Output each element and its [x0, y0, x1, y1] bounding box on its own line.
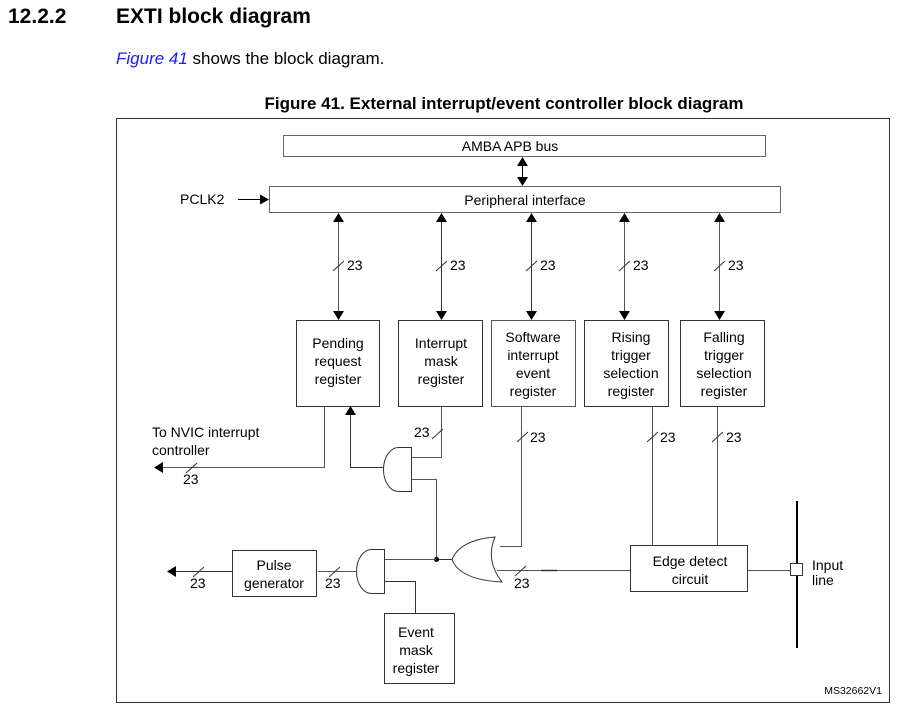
amba-apb-bus-block: AMBA APB bus — [283, 135, 766, 157]
svg-text:request: request — [315, 353, 362, 369]
nvic-label-line2: controller — [152, 442, 210, 458]
pclk2-input: PCLK2 — [180, 191, 269, 207]
svg-text:mask: mask — [399, 642, 433, 658]
interrupt-and-gate: 23 — [345, 406, 444, 560]
event-and-gate: 23 — [318, 549, 437, 613]
register-buses: 23 23 23 23 23 — [332, 213, 744, 320]
input-line-label-1: Input — [812, 557, 843, 573]
figure-id-code: MS32662V1 — [824, 685, 882, 697]
edge-detect-circuit: Edge detect circuit — [630, 545, 748, 592]
bus-width-label: 23 — [728, 257, 744, 273]
rising-trigger-selection-register: Rising trigger selection register — [584, 320, 669, 407]
bus-width-label: 23 — [726, 429, 742, 445]
pending-request-register: Pending request register — [296, 320, 380, 407]
svg-text:register: register — [315, 371, 362, 387]
or-gate — [434, 536, 504, 583]
svg-text:circuit: circuit — [672, 571, 709, 587]
trigger-lines: 23 23 — [646, 407, 742, 545]
interrupt-mask-register: Interrupt mask register — [398, 320, 483, 407]
bus-link-arrow — [517, 157, 528, 186]
svg-text:Rising: Rising — [612, 329, 651, 345]
bus-software-interrupt: 23 — [525, 213, 556, 320]
svg-text:register: register — [510, 383, 557, 399]
bus-pending: 23 — [332, 213, 363, 320]
svg-text:register: register — [393, 660, 440, 676]
nvic-output: 23 To NVIC interrupt controller — [152, 407, 325, 487]
bus-width-label: 23 — [540, 257, 556, 273]
edge-to-or-line: 23 — [497, 565, 631, 591]
bus-width-label: 23 — [660, 429, 676, 445]
bus-width-label: 23 — [514, 575, 530, 591]
svg-text:Pending: Pending — [312, 335, 363, 351]
amba-apb-bus-label: AMBA APB bus — [462, 138, 559, 154]
svg-text:Falling: Falling — [703, 329, 744, 345]
svg-text:Event: Event — [398, 624, 434, 640]
svg-text:selection: selection — [696, 365, 751, 381]
bus-width-label: 23 — [450, 257, 466, 273]
bus-width-label: 23 — [190, 575, 206, 591]
svg-text:interrupt: interrupt — [507, 347, 558, 363]
peripheral-interface-label: Peripheral interface — [464, 192, 586, 208]
event-output: 23 — [167, 566, 232, 591]
svg-text:Edge detect: Edge detect — [653, 553, 728, 569]
pulse-generator: Pulse generator — [232, 550, 317, 597]
svg-text:mask: mask — [424, 353, 458, 369]
event-mask-register: Event mask register — [384, 613, 455, 684]
svg-text:register: register — [608, 383, 655, 399]
bus-interrupt-mask: 23 — [435, 213, 466, 320]
svg-text:Interrupt: Interrupt — [415, 335, 467, 351]
falling-trigger-selection-register: Falling trigger selection register — [680, 320, 765, 407]
input-line-label-2: line — [812, 572, 834, 588]
bus-width-label: 23 — [325, 575, 341, 591]
software-interrupt-line: 23 — [500, 407, 546, 547]
input-line: Input line — [748, 501, 843, 648]
svg-text:Pulse: Pulse — [256, 557, 291, 573]
software-interrupt-event-register: Software interrupt event register — [491, 320, 576, 407]
block-diagram: AMBA APB bus Peripheral interface PCLK2 … — [116, 118, 890, 703]
svg-text:Software: Software — [505, 329, 560, 345]
svg-text:trigger: trigger — [704, 347, 744, 363]
bus-rising-trigger: 23 — [618, 213, 649, 320]
svg-text:register: register — [701, 383, 748, 399]
svg-text:event: event — [516, 365, 550, 381]
nvic-label-line1: To NVIC interrupt — [152, 424, 259, 440]
bus-width-label: 23 — [183, 471, 199, 487]
bus-width-label: 23 — [633, 257, 649, 273]
svg-text:generator: generator — [244, 575, 304, 591]
svg-text:register: register — [418, 371, 465, 387]
bus-width-label: 23 — [414, 424, 430, 440]
svg-text:selection: selection — [603, 365, 658, 381]
svg-text:trigger: trigger — [611, 347, 651, 363]
bus-width-label: 23 — [347, 257, 363, 273]
pclk2-label: PCLK2 — [180, 191, 225, 207]
bus-width-label: 23 — [530, 429, 546, 445]
bus-falling-trigger: 23 — [713, 213, 744, 320]
peripheral-interface-block: Peripheral interface — [269, 186, 781, 213]
